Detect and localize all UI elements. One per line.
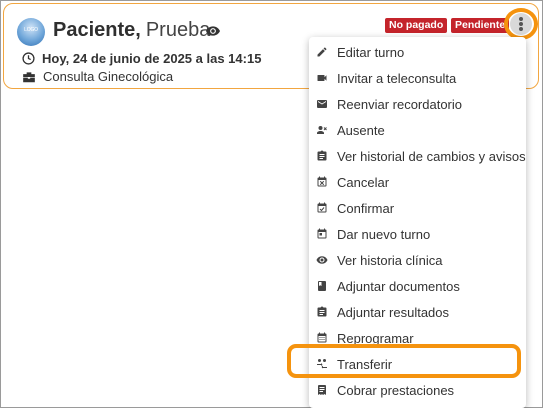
appointment-status-badge: Pendiente [451, 18, 510, 33]
menu-item-cancelar[interactable]: Cancelar [309, 169, 526, 195]
menu-item-ver-historial[interactable]: Ver historial de cambios y avisos [309, 143, 526, 169]
menu-item-reprogramar[interactable]: Reprogramar [309, 325, 526, 351]
menu-item-adjuntar-documentos[interactable]: Adjuntar documentos [309, 273, 526, 299]
patient-first-name: Prueba [145, 19, 211, 41]
clock-icon [22, 52, 35, 65]
calendar-check-icon [317, 202, 327, 213]
menu-item-label: Invitar a teleconsulta [337, 70, 457, 86]
menu-item-label: Editar turno [337, 44, 405, 60]
patient-last-name: Paciente, [53, 19, 141, 41]
menu-item-confirmar[interactable]: Confirmar [309, 195, 526, 221]
payment-status-badge: No pagado [385, 18, 448, 33]
menu-item-dar-nuevo-turno[interactable]: Dar nuevo turno [309, 221, 526, 247]
menu-item-invitar-teleconsulta[interactable]: Invitar a teleconsulta [309, 65, 526, 91]
menu-item-label: Transferir [337, 356, 393, 372]
videocam-icon [317, 75, 327, 81]
menu-item-label: Ver historial de cambios y avisos [337, 148, 526, 164]
briefcase-icon [23, 72, 35, 83]
menu-item-label: Confirmar [337, 200, 395, 216]
menu-item-label: Ausente [337, 122, 385, 138]
menu-item-ausente[interactable]: Ausente [309, 117, 526, 143]
appointment-datetime: Hoy, 24 de junio de 2025 a las 14:15 [42, 51, 262, 66]
transfer-icon [317, 359, 327, 369]
receipt-icon [318, 385, 326, 395]
avatar-logo: LOGO [24, 27, 38, 33]
menu-item-transferir[interactable]: Transferir [309, 351, 526, 377]
menu-item-label: Ver historia clínica [337, 252, 443, 268]
clipboard-icon [317, 150, 327, 161]
menu-item-label: Reprogramar [337, 330, 414, 346]
calendar-x-icon [317, 176, 327, 187]
menu-item-cobrar-prestaciones[interactable]: Cobrar prestaciones [309, 377, 526, 403]
appointment-type: Consulta Ginecológica [43, 69, 174, 84]
pencil-icon [317, 47, 327, 57]
envelope-icon [317, 100, 327, 108]
menu-item-reenviar-recordatorio[interactable]: Reenviar recordatorio [309, 91, 526, 117]
menu-item-adjuntar-resultados[interactable]: Adjuntar resultados [309, 299, 526, 325]
calendar-grid-icon [317, 332, 327, 343]
menu-item-label: Reenviar recordatorio [337, 96, 463, 112]
highlight-ring-more-options [504, 8, 538, 40]
menu-item-ver-historia-clinica[interactable]: Ver historia clínica [309, 247, 526, 273]
view-patient-eye-icon[interactable] [206, 26, 220, 36]
eye-icon [316, 256, 328, 264]
avatar: LOGO [17, 18, 45, 46]
patient-name: Paciente, Prueba [53, 18, 210, 42]
menu-item-label: Dar nuevo turno [337, 226, 431, 242]
appointment-type-row: Consulta Ginecológica [22, 69, 173, 84]
menu-item-editar-turno[interactable]: Editar turno [309, 39, 526, 65]
clipboard-icon [317, 306, 327, 317]
menu-item-label: Cobrar prestaciones [337, 382, 455, 398]
menu-item-label: Adjuntar documentos [337, 278, 460, 294]
appointment-datetime-row: Hoy, 24 de junio de 2025 a las 14:15 [22, 51, 261, 66]
menu-item-label: Adjuntar resultados [337, 304, 450, 320]
calendar-today-icon [317, 228, 327, 239]
book-icon [318, 281, 326, 291]
person-off-icon [317, 126, 327, 134]
menu-item-label: Cancelar [337, 174, 390, 190]
actions-menu: Editar turno Invitar a teleconsulta Reen… [309, 37, 526, 408]
